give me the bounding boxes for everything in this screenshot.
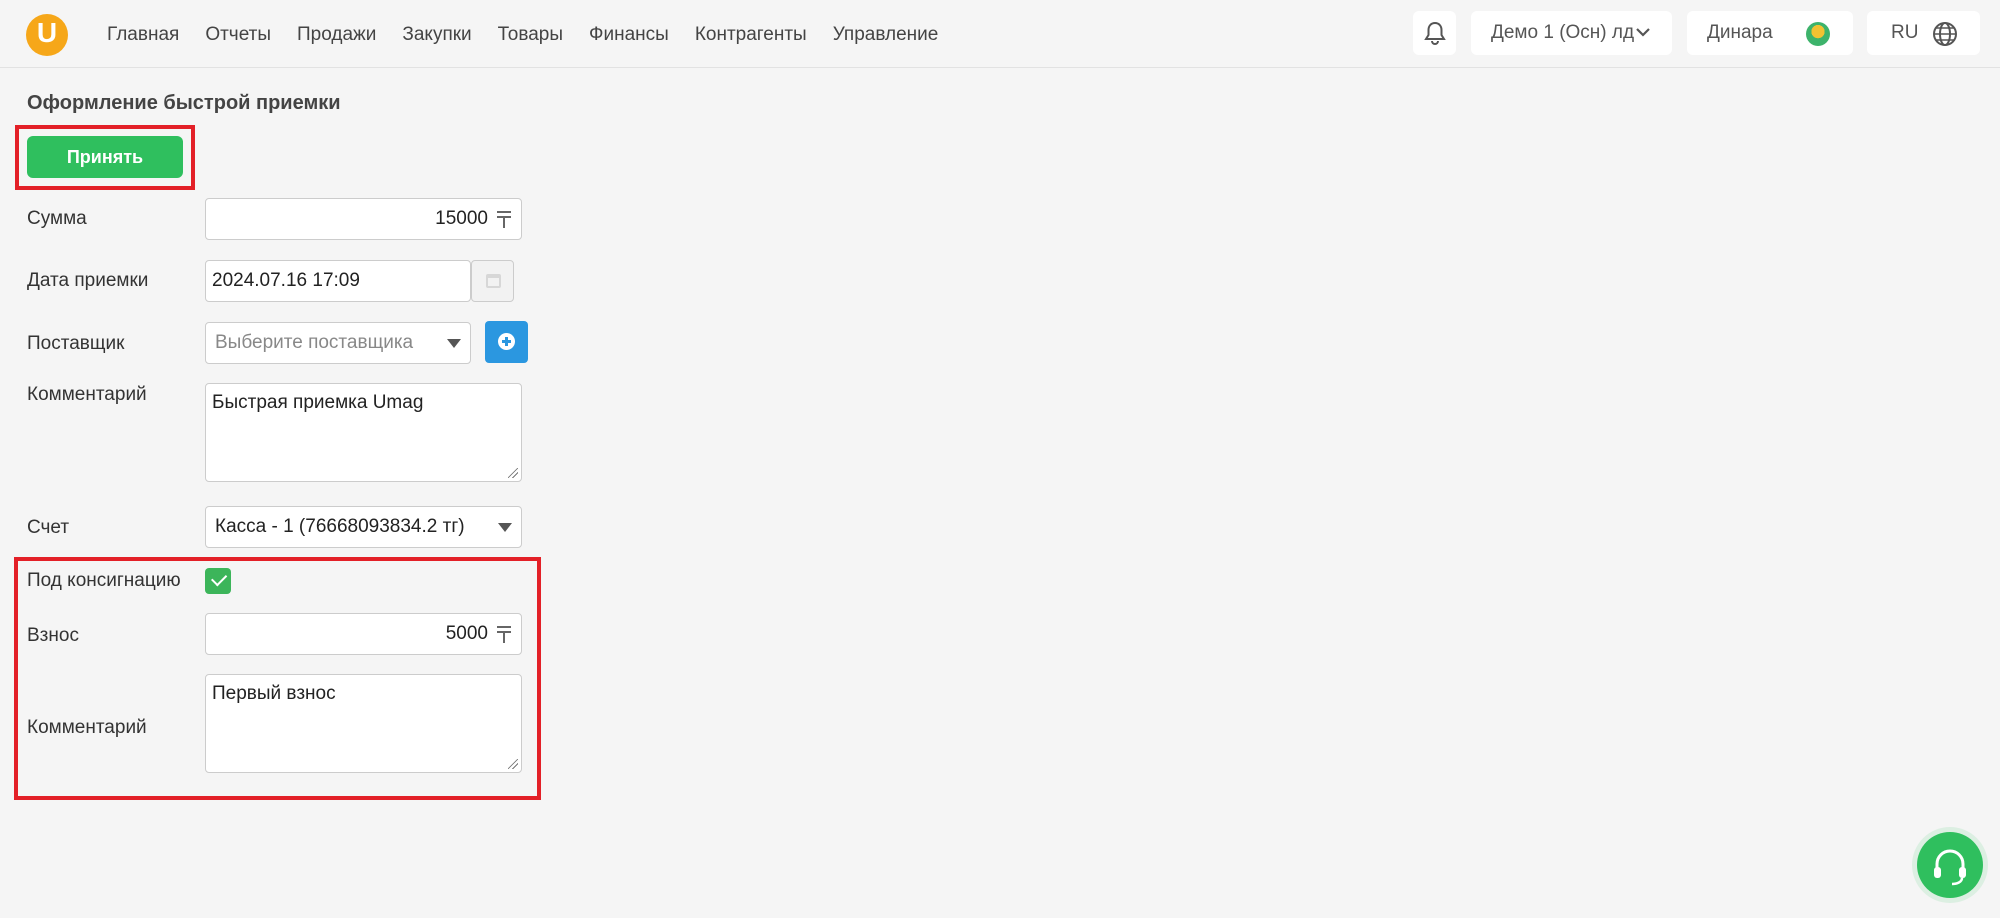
nav-item-products[interactable]: Товары [498,24,563,46]
nav-item-purchases[interactable]: Закупки [402,24,471,46]
resize-handle-icon[interactable] [508,759,518,769]
supplier-select[interactable]: Выберите поставщика [205,322,471,364]
comment-value: Быстрая приемка Umag [212,392,424,413]
calendar-icon [486,274,501,288]
deposit-comment-label: Комментарий [27,717,147,738]
support-chat-button[interactable] [1917,832,1983,898]
logo-letter: U [36,17,58,48]
company-name: Демо 1 (Осн) лд [1491,22,1635,43]
nav-item-sales[interactable]: Продажи [297,24,376,46]
nav-item-home[interactable]: Главная [107,24,179,46]
supplier-label: Поставщик [27,333,125,354]
nav-item-management[interactable]: Управление [833,24,939,46]
deposit-input[interactable]: 5000 [205,613,522,655]
deposit-label: Взнос [27,625,79,646]
tenge-icon [497,209,511,229]
deposit-value: 5000 [445,623,488,644]
plus-circle-icon [498,333,515,350]
date-input[interactable]: 2024.07.16 17:09 [205,260,471,302]
bell-icon [1423,21,1446,45]
sum-input[interactable]: 15000 [205,198,522,240]
nav-item-contractors[interactable]: Контрагенты [695,24,807,46]
date-value: 2024.07.16 17:09 [212,270,360,291]
account-label: Счет [27,517,70,538]
dropdown-caret-icon [498,523,512,532]
tenge-icon [497,624,511,644]
account-select[interactable]: Касса - 1 (76668093834.2 тг) [205,506,522,548]
sum-label: Сумма [27,208,87,229]
globe-icon [1933,22,1957,46]
resize-handle-icon[interactable] [508,468,518,478]
user-menu[interactable]: Динара [1687,11,1853,55]
deposit-comment-textarea[interactable]: Первый взнос [205,674,522,773]
language-selector[interactable]: RU [1867,11,1980,55]
consignment-label: Под консигнацию [27,570,181,591]
add-supplier-button[interactable] [485,321,528,363]
supplier-placeholder: Выберите поставщика [215,332,414,353]
top-navbar: U Главная Отчеты Продажи Закупки Товары … [0,0,2000,68]
date-label: Дата приемки [27,270,149,291]
accept-button[interactable]: Принять [27,136,183,178]
sum-value: 15000 [435,208,488,229]
consignment-checkbox[interactable] [205,568,231,594]
nav-item-finance[interactable]: Финансы [589,24,669,46]
nav-item-reports[interactable]: Отчеты [205,24,271,46]
headset-icon [1934,849,1966,886]
notifications-button[interactable] [1413,11,1456,55]
user-name: Динара [1707,22,1773,43]
company-selector[interactable]: Демо 1 (Осн) лд [1471,11,1672,55]
logo[interactable]: U [26,14,68,56]
comment-textarea[interactable]: Быстрая приемка Umag [205,383,522,482]
language-code: RU [1891,22,1919,43]
page-title: Оформление быстрой приемки [27,92,341,114]
avatar [1806,22,1830,46]
chevron-down-icon [1636,28,1650,37]
dropdown-caret-icon [447,339,461,348]
main-nav: Главная Отчеты Продажи Закупки Товары Фи… [107,24,964,46]
calendar-button[interactable] [471,260,514,302]
account-value: Касса - 1 (76668093834.2 тг) [215,516,465,537]
comment-label: Комментарий [27,384,147,405]
deposit-comment-value: Первый взнос [212,683,336,704]
